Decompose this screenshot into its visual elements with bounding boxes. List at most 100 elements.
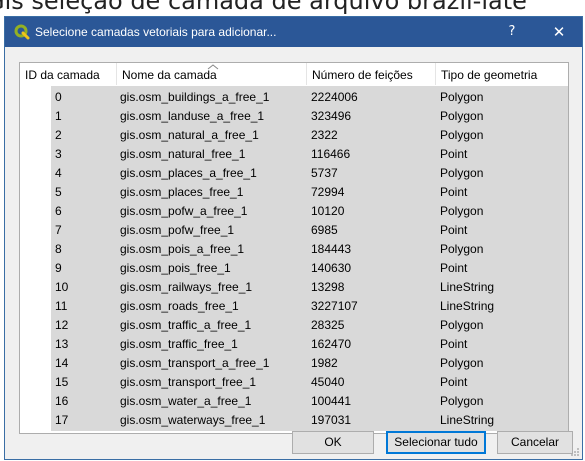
table-row[interactable]: 14 gis.osm_transport_a_free_1 1982 Polygon	[20, 354, 568, 373]
table-row[interactable]: 13 gis.osm_traffic_free_1 162470 Point	[20, 335, 568, 354]
layer-id-cell: 7	[55, 223, 62, 237]
table-row[interactable]: 6 gis.osm_pofw_a_free_1 10120 Polygon	[20, 202, 568, 221]
feature-count-cell: 197031	[311, 413, 352, 427]
layers-table[interactable]: ID da camada Nome da camada Número de fe…	[19, 62, 569, 434]
layer-name-cell: gis.osm_transport_a_free_1	[120, 356, 270, 370]
layer-id-cell: 10	[55, 280, 69, 294]
layer-name-cell: gis.osm_pois_a_free_1	[120, 242, 245, 256]
layer-name-cell: gis.osm_natural_a_free_1	[120, 128, 259, 142]
table-row[interactable]: 8 gis.osm_pois_a_free_1 184443 Polygon	[20, 240, 568, 259]
feature-count-cell: 2322	[311, 128, 338, 142]
feature-count-cell: 323496	[311, 109, 352, 123]
feature-count-cell: 116466	[311, 147, 351, 161]
layer-id-cell: 12	[55, 318, 69, 332]
column-header-feature-count[interactable]: Número de feições	[307, 63, 436, 85]
table-header: ID da camada Nome da camada Número de fe…	[20, 63, 568, 85]
feature-count-cell: 45040	[311, 375, 345, 389]
column-header-layer-id[interactable]: ID da camada	[20, 63, 117, 85]
table-row[interactable]: 17 gis.osm_waterways_free_1 197031 LineStri…	[20, 411, 568, 430]
layer-id-cell: 8	[55, 242, 62, 256]
geometry-type-cell: LineString	[440, 413, 495, 427]
table-row[interactable]: 3 gis.osm_natural_free_1 116466 Point	[20, 145, 568, 164]
table-row[interactable]: 16 gis.osm_water_a_free_1 100441 Polygon	[20, 392, 568, 411]
select-all-button[interactable]: Selecionar tudo	[386, 431, 486, 454]
layer-id-cell: 0	[55, 90, 62, 104]
layer-id-cell: 2	[55, 128, 62, 142]
column-header-geometry-type[interactable]: Tipo de geometria	[436, 63, 568, 85]
layer-name-cell: gis.osm_buildings_a_free_1	[120, 90, 270, 104]
table-row[interactable]: 1 gis.osm_landuse_a_free_1 323496 Polygon	[20, 107, 568, 126]
layer-name-cell: gis.osm_natural_free_1	[120, 147, 246, 161]
feature-count-cell: 6985	[311, 223, 338, 237]
layer-name-cell: gis.osm_roads_free_1	[120, 299, 239, 313]
layer-name-cell: gis.osm_transport_free_1	[120, 375, 257, 389]
feature-count-cell: 13298	[311, 280, 345, 294]
layer-id-cell: 1	[55, 109, 62, 123]
cancel-button[interactable]: Cancelar	[497, 431, 573, 454]
feature-count-cell: 72994	[311, 185, 345, 199]
layer-id-cell: 17	[55, 413, 69, 427]
sort-ascending-icon	[207, 64, 219, 70]
dialog-title: Selecione camadas vetoriais para adicion…	[35, 25, 277, 39]
layer-name-cell: gis.osm_waterways_free_1	[120, 413, 266, 427]
layer-id-cell: 15	[55, 375, 69, 389]
geometry-type-cell: Polygon	[440, 90, 484, 104]
table-row[interactable]: 10 gis.osm_railways_free_1 13298 LineString	[20, 278, 568, 297]
layer-name-cell: gis.osm_places_a_free_1	[120, 166, 257, 180]
geometry-type-cell: Polygon	[440, 318, 484, 332]
layer-name-cell: gis.osm_traffic_free_1	[120, 337, 238, 351]
layer-id-cell: 9	[55, 261, 62, 275]
layer-id-cell: 11	[55, 299, 68, 313]
select-vector-layers-dialog: Selecione camadas vetoriais para adicion…	[4, 16, 583, 460]
layer-id-cell: 16	[55, 394, 69, 408]
geometry-type-cell: LineString	[440, 299, 495, 313]
geometry-type-cell: Polygon	[440, 109, 484, 123]
layer-name-cell: gis.osm_pofw_a_free_1	[120, 204, 248, 218]
geometry-type-cell: Polygon	[440, 242, 484, 256]
table-row[interactable]: 0 gis.osm_buildings_a_free_1 2224006 Polygo…	[20, 88, 568, 107]
layer-name-cell: gis.osm_places_free_1	[120, 185, 244, 199]
ok-button[interactable]: OK	[292, 431, 374, 454]
layer-name-cell: gis.osm_landuse_a_free_1	[120, 109, 265, 123]
feature-count-cell: 5737	[311, 166, 338, 180]
help-button[interactable]: ?	[489, 17, 535, 47]
layer-id-cell: 5	[55, 185, 62, 199]
feature-count-cell: 140630	[311, 261, 352, 275]
feature-count-cell: 3227107	[311, 299, 358, 313]
table-row[interactable]: 2 gis.osm_natural_a_free_1 2322 Polygon	[20, 126, 568, 145]
table-row[interactable]: 11 gis.osm_roads_free_1 3227107 LineString	[20, 297, 568, 316]
close-button[interactable]: ✕	[536, 17, 582, 47]
layer-id-cell: 3	[55, 147, 62, 161]
geometry-type-cell: Point	[440, 375, 468, 389]
feature-count-cell: 2224006	[311, 90, 358, 104]
resize-grip-icon[interactable]	[570, 447, 580, 457]
table-row[interactable]: 7 gis.osm_pofw_free_1 6985 Point	[20, 221, 568, 240]
table-row[interactable]: 15 gis.osm_transport_free_1 45040 Point	[20, 373, 568, 392]
layer-name-cell: gis.osm_railways_free_1	[120, 280, 253, 294]
table-row[interactable]: 5 gis.osm_places_free_1 72994 Point	[20, 183, 568, 202]
layer-name-cell: gis.osm_traffic_a_free_1	[120, 318, 252, 332]
geometry-type-cell: Point	[440, 223, 468, 237]
table-row[interactable]: 9 gis.osm_pois_free_1 140630 Point	[20, 259, 568, 278]
layer-name-cell: gis.osm_water_a_free_1	[120, 394, 252, 408]
geometry-type-cell: Polygon	[440, 356, 484, 370]
table-row[interactable]: 12 gis.osm_traffic_a_free_1 28325 Polygon	[20, 316, 568, 335]
geometry-type-cell: Polygon	[440, 166, 484, 180]
qgis-logo-icon	[14, 24, 30, 40]
layer-id-cell: 4	[55, 166, 62, 180]
geometry-type-cell: Point	[440, 337, 468, 351]
dialog-titlebar[interactable]: Selecione camadas vetoriais para adicion…	[5, 17, 582, 47]
feature-count-cell: 100441	[311, 394, 352, 408]
feature-count-cell: 1982	[311, 356, 338, 370]
layer-id-cell: 13	[55, 337, 69, 351]
column-header-layer-name[interactable]: Nome da camada	[117, 63, 307, 85]
geometry-type-cell: LineString	[440, 280, 495, 294]
geometry-type-cell: Point	[440, 185, 468, 199]
layer-name-cell: gis.osm_pofw_free_1	[120, 223, 235, 237]
feature-count-cell: 28325	[311, 318, 345, 332]
column-header-label: Nome da camada	[122, 68, 217, 82]
layer-id-cell: 6	[55, 204, 62, 218]
geometry-type-cell: Point	[440, 261, 468, 275]
geometry-type-cell: Point	[440, 147, 468, 161]
table-row[interactable]: 4 gis.osm_places_a_free_1 5737 Polygon	[20, 164, 568, 183]
